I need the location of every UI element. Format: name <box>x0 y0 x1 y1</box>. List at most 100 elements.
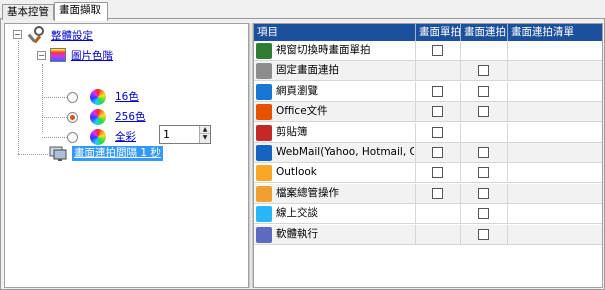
color-wheel-icon <box>90 89 106 105</box>
item-cell: 線上交談 <box>254 204 416 225</box>
single-shot-cell <box>416 204 461 225</box>
single-shot-checkbox[interactable] <box>432 126 443 138</box>
monitor-stack-icon <box>49 146 67 161</box>
continuous-shot-checkbox[interactable] <box>478 106 489 118</box>
option-16-color-label[interactable]: 16色 <box>115 89 139 105</box>
option-true-color-label[interactable]: 全彩 <box>115 129 136 145</box>
office-document-icon <box>256 104 272 121</box>
continuous-list-cell[interactable] <box>508 82 602 102</box>
item-cell: 網頁瀏覽 <box>254 81 416 102</box>
item-cell: 剪貼簿 <box>254 122 416 143</box>
continuous-shot-checkbox[interactable] <box>478 187 489 199</box>
stepper-up-icon[interactable]: ▲ <box>200 126 210 134</box>
item-label: Outlook <box>276 166 317 179</box>
capture-items-grid: 項目 畫面單拍 畫面連拍 畫面連拍清單 視窗切換時畫面單拍固定畫面連拍網頁瀏覽 O… <box>253 23 603 288</box>
radio-true-color[interactable] <box>67 132 78 143</box>
stepper-down-icon[interactable]: ▼ <box>200 134 210 142</box>
single-shot-checkbox[interactable] <box>432 45 443 56</box>
interval-value[interactable]: 1 <box>163 128 170 141</box>
table-row[interactable]: 視窗切換時畫面單拍 <box>254 41 602 61</box>
item-cell: Outlook <box>254 163 416 184</box>
continuous-shot-cell <box>461 41 508 61</box>
table-row[interactable]: 網頁瀏覽 <box>254 81 602 102</box>
single-shot-cell <box>416 41 461 61</box>
continuous-list-cell[interactable] <box>508 184 602 204</box>
continuous-shot-checkbox[interactable] <box>478 65 489 77</box>
continuous-list-cell[interactable] <box>508 61 602 81</box>
single-shot-checkbox[interactable] <box>432 85 443 97</box>
single-shot-checkbox[interactable] <box>432 106 443 118</box>
single-shot-cell <box>416 81 461 102</box>
single-shot-cell <box>416 61 461 82</box>
grid-header: 項目 畫面單拍 畫面連拍 畫面連拍清單 <box>254 24 602 41</box>
color-wheel-icon <box>90 109 106 125</box>
interval-stepper[interactable]: 1 ▲ ▼ <box>159 125 211 144</box>
continuous-shot-checkbox[interactable] <box>478 208 489 220</box>
ie-browser-icon <box>256 83 272 100</box>
color-wheel-icon <box>90 129 106 145</box>
item-label: 剪貼簿 <box>276 125 308 138</box>
continuous-shot-checkbox[interactable] <box>478 167 489 179</box>
continuous-shot-checkbox[interactable] <box>478 85 489 97</box>
tab-basic-control[interactable]: 基本控管 <box>2 4 54 20</box>
item-label: 視窗切換時畫面單拍 <box>276 44 371 56</box>
tab-strip: 基本控管 畫面擷取 <box>0 2 605 21</box>
column-header-continuous-shot[interactable]: 畫面連拍 <box>461 24 508 41</box>
table-row[interactable]: 固定畫面連拍 <box>254 61 602 82</box>
column-header-continuous-list[interactable]: 畫面連拍清單 <box>508 24 602 41</box>
item-cell: 檔案總管操作 <box>254 183 416 204</box>
collapse-toggle-root[interactable]: − <box>13 30 22 39</box>
continuous-list-cell[interactable] <box>508 163 602 183</box>
continuous-list-cell[interactable] <box>508 102 602 122</box>
continuous-list-cell[interactable] <box>508 123 602 143</box>
continuous-shot-cell <box>461 163 508 184</box>
collapse-toggle-color-level[interactable]: − <box>37 51 46 60</box>
continuous-shot-cell <box>461 81 508 102</box>
table-row[interactable]: 剪貼簿 <box>254 122 602 143</box>
table-row[interactable]: 線上交談 <box>254 204 602 225</box>
tree-root-overall-settings[interactable]: 整體設定 <box>51 28 93 44</box>
software-run-icon <box>256 226 272 243</box>
continuous-shot-checkbox[interactable] <box>478 147 489 158</box>
window-switch-icon <box>256 43 272 59</box>
tree-continuous-interval[interactable]: 畫面連拍間隔 1 秒 <box>72 146 163 161</box>
tree-color-level[interactable]: 圖片色階 <box>71 48 113 64</box>
item-label: 軟體執行 <box>276 227 318 240</box>
continuous-list-cell[interactable] <box>508 204 602 224</box>
table-row[interactable]: Office文件 <box>254 102 602 123</box>
radio-256-color[interactable] <box>67 112 78 123</box>
continuous-shot-cell <box>461 204 508 225</box>
table-row[interactable]: WebMail(Yahoo, Hotmail, Gm <box>254 143 602 163</box>
single-shot-cell <box>416 163 461 184</box>
single-shot-checkbox[interactable] <box>432 147 443 158</box>
chat-icon <box>256 206 272 223</box>
continuous-list-cell[interactable] <box>508 41 602 61</box>
item-cell: WebMail(Yahoo, Hotmail, Gm <box>254 143 416 163</box>
clipboard-icon <box>256 124 272 141</box>
continuous-shot-cell <box>461 143 508 163</box>
single-shot-cell <box>416 224 461 245</box>
item-label: 網頁瀏覽 <box>276 84 318 97</box>
table-row[interactable]: Outlook <box>254 163 602 184</box>
radio-16-color[interactable] <box>67 92 78 103</box>
continuous-list-cell[interactable] <box>508 225 602 245</box>
continuous-shot-cell <box>461 102 508 123</box>
table-row[interactable]: 軟體執行 <box>254 224 602 245</box>
continuous-shot-checkbox[interactable] <box>478 228 489 240</box>
outlook-icon <box>256 165 272 182</box>
color-palette-icon <box>50 48 66 62</box>
option-256-color-label[interactable]: 256色 <box>115 109 146 125</box>
item-label: 檔案總管操作 <box>276 186 339 199</box>
column-header-single-shot[interactable]: 畫面單拍 <box>416 24 461 41</box>
continuous-shot-cell <box>461 224 508 245</box>
item-label: 線上交談 <box>276 207 318 220</box>
tab-screen-capture[interactable]: 畫面擷取 <box>54 2 108 21</box>
column-header-item[interactable]: 項目 <box>254 24 416 41</box>
item-cell: 固定畫面連拍 <box>254 61 416 82</box>
table-row[interactable]: 檔案總管操作 <box>254 183 602 204</box>
single-shot-checkbox[interactable] <box>432 187 443 199</box>
single-shot-checkbox[interactable] <box>432 167 443 179</box>
continuous-list-cell[interactable] <box>508 143 602 163</box>
single-shot-cell <box>416 122 461 143</box>
single-shot-cell <box>416 102 461 123</box>
